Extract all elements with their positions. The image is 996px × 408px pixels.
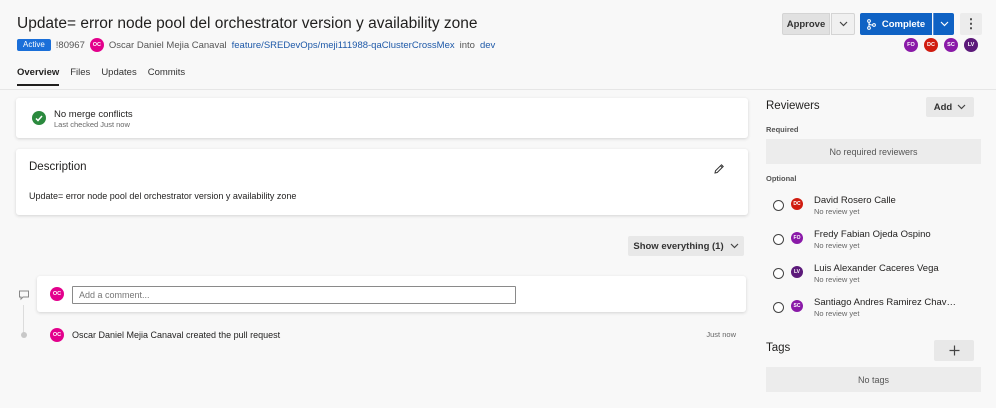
- reviewer-name: Santiago Andres Ramirez Chav…: [814, 297, 957, 308]
- activity-text: Oscar Daniel Mejia Canaval created the p…: [72, 330, 281, 340]
- reviewer-row[interactable]: DC David Rosero Calle No review yet: [773, 195, 983, 219]
- merge-icon: [866, 18, 876, 30]
- reviewer-avatar: DC: [791, 198, 803, 210]
- reviewer-status: No review yet: [814, 207, 860, 216]
- pr-header: Update= error node pool del orchestrator…: [0, 0, 996, 86]
- activity-avatar: OC: [50, 328, 64, 342]
- header-reviewer-avatars: FO DC SC LV: [904, 38, 978, 52]
- chevron-down-icon: [839, 21, 847, 27]
- timeline-dot: [21, 332, 27, 338]
- add-label: Add: [933, 101, 953, 113]
- reviewer-radio[interactable]: [773, 200, 784, 211]
- reviewer-name: Luis Alexander Caceres Vega: [814, 263, 939, 274]
- more-actions-button[interactable]: ⋮: [960, 13, 982, 35]
- pr-tabs: Overview Files Updates Commits: [17, 67, 185, 86]
- header-reviewer-avatar[interactable]: FO: [904, 38, 918, 52]
- status-badge: Active: [17, 39, 51, 51]
- tab-overview[interactable]: Overview: [17, 67, 60, 86]
- pr-title: Update= error node pool del orchestrator…: [17, 15, 478, 32]
- tags-heading: Tags: [766, 342, 791, 354]
- comment-card: OC: [37, 276, 746, 312]
- header-reviewer-avatar[interactable]: DC: [924, 38, 938, 52]
- chevron-down-icon: [957, 104, 966, 110]
- reviewer-radio[interactable]: [773, 268, 784, 279]
- merge-status-subtitle: Last checked Just now: [54, 120, 130, 129]
- merge-status-card: No merge conflicts Last checked Just now: [16, 98, 748, 138]
- approve-label: Approve: [786, 18, 826, 30]
- more-vertical-icon: ⋮: [964, 16, 978, 31]
- chevron-down-icon: [730, 243, 739, 249]
- reviewer-avatar: FO: [791, 232, 803, 244]
- comment-avatar: OC: [50, 287, 64, 301]
- merge-status-title: No merge conflicts: [54, 109, 133, 120]
- reviewer-status: No review yet: [814, 309, 860, 318]
- show-everything-filter[interactable]: Show everything (1): [628, 236, 744, 256]
- complete-options-button[interactable]: [933, 13, 954, 35]
- reviewer-name: David Rosero Calle: [814, 195, 896, 206]
- description-card: Description Update= error node pool del …: [16, 149, 748, 215]
- complete-label: Complete: [881, 18, 926, 30]
- reviewer-avatar: LV: [791, 266, 803, 278]
- approve-options-button[interactable]: [831, 13, 855, 35]
- reviewer-status: No review yet: [814, 275, 860, 284]
- add-tag-button[interactable]: [934, 340, 974, 361]
- reviewer-name: Fredy Fabian Ojeda Ospino: [814, 229, 931, 240]
- add-reviewer-button[interactable]: Add: [926, 97, 974, 117]
- description-heading: Description: [29, 161, 87, 173]
- reviewer-radio[interactable]: [773, 302, 784, 313]
- no-tags: No tags: [766, 367, 981, 392]
- pr-meta: Active !80967 OC Oscar Daniel Mejia Cana…: [17, 38, 495, 52]
- activity-item: OC Oscar Daniel Mejia Canaval created th…: [50, 328, 736, 342]
- reviewer-status: No review yet: [814, 241, 860, 250]
- author-name[interactable]: Oscar Daniel Mejia Canaval: [109, 40, 227, 51]
- description-text: Update= error node pool del orchestrator…: [29, 191, 297, 201]
- reviewer-avatar: SC: [791, 300, 803, 312]
- timeline-line: [23, 305, 24, 333]
- pr-id: !80967: [55, 39, 85, 51]
- optional-label: Optional: [766, 174, 797, 183]
- target-branch-link[interactable]: dev: [480, 40, 495, 51]
- reviewer-row[interactable]: SC Santiago Andres Ramirez Chav… No review…: [773, 297, 983, 321]
- filter-label: Show everything (1): [633, 240, 724, 252]
- activity-time: Just now: [706, 330, 736, 339]
- approve-button[interactable]: Approve: [782, 13, 830, 35]
- reviewer-row[interactable]: LV Luis Alexander Caceres Vega No review y…: [773, 263, 983, 287]
- required-label: Required: [766, 125, 799, 134]
- source-branch-link[interactable]: feature/SREDevOps/meji111988-qaClusterCr…: [232, 40, 455, 51]
- tab-updates[interactable]: Updates: [101, 67, 136, 86]
- edit-icon[interactable]: [713, 163, 725, 175]
- comment-icon: [19, 290, 29, 301]
- header-reviewer-avatar[interactable]: LV: [964, 38, 978, 52]
- reviewers-heading: Reviewers: [766, 100, 820, 112]
- into-text: into: [459, 39, 475, 51]
- complete-button[interactable]: Complete: [860, 13, 932, 35]
- header-reviewer-avatar[interactable]: SC: [944, 38, 958, 52]
- author-avatar[interactable]: OC: [89, 38, 104, 52]
- comment-input[interactable]: [72, 286, 516, 304]
- reviewer-row[interactable]: FO Fredy Fabian Ojeda Ospino No review yet: [773, 229, 983, 253]
- tab-commits[interactable]: Commits: [148, 67, 185, 86]
- tab-files[interactable]: Files: [70, 67, 90, 86]
- plus-icon: [949, 345, 959, 356]
- chevron-down-icon: [940, 21, 948, 27]
- check-icon: [32, 111, 46, 125]
- no-required-reviewers: No required reviewers: [766, 139, 981, 164]
- reviewer-radio[interactable]: [773, 234, 784, 245]
- tabs-divider: [0, 89, 996, 90]
